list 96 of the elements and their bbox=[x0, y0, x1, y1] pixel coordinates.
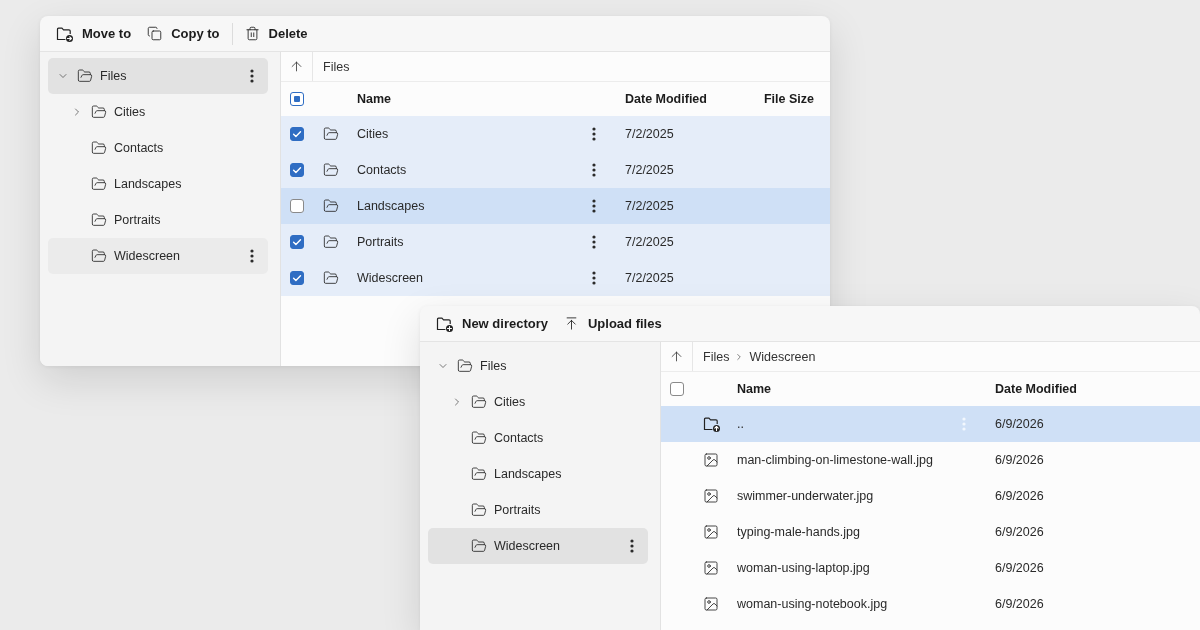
folder-icon bbox=[323, 198, 339, 214]
folder-plus-icon bbox=[436, 315, 453, 332]
column-header[interactable]: Name bbox=[357, 92, 392, 106]
image-icon bbox=[703, 488, 719, 504]
toolbar-button[interactable]: Delete bbox=[236, 19, 316, 48]
file-name: Landscapes bbox=[357, 199, 425, 213]
tree-item[interactable]: Landscapes bbox=[428, 456, 648, 492]
column-header[interactable]: Name bbox=[737, 382, 772, 396]
breadcrumb-link[interactable]: Widescreen bbox=[749, 349, 816, 364]
folder-icon bbox=[91, 140, 107, 156]
folder-icon bbox=[471, 502, 487, 518]
file-name: Portraits bbox=[357, 235, 404, 249]
folder-icon bbox=[471, 430, 487, 446]
folder-icon bbox=[471, 538, 487, 554]
breadcrumb-link[interactable]: Files bbox=[323, 59, 350, 74]
folder-icon bbox=[91, 248, 107, 264]
image-icon bbox=[703, 524, 719, 540]
folder-icon bbox=[77, 68, 93, 84]
toolbar-button[interactable]: New directory bbox=[428, 309, 556, 338]
checkbox[interactable] bbox=[290, 127, 304, 141]
file-row[interactable]: Cities 7/2/2025 bbox=[281, 116, 830, 152]
toolbar-button[interactable]: Upload files bbox=[556, 309, 670, 338]
more-icon[interactable] bbox=[592, 127, 596, 141]
toolbar-button[interactable]: Move to bbox=[48, 19, 140, 48]
file-name: woman-using-notebook.jpg bbox=[737, 597, 888, 611]
checkbox[interactable] bbox=[290, 163, 304, 177]
folder-icon bbox=[457, 358, 473, 374]
modified-date: 7/2/2025 bbox=[625, 235, 674, 249]
modified-date: 7/2/2025 bbox=[625, 127, 674, 141]
folder-icon bbox=[91, 104, 107, 120]
image-icon bbox=[703, 596, 719, 612]
tree-item[interactable]: Cities bbox=[48, 94, 268, 130]
file-name: Contacts bbox=[357, 163, 407, 177]
folder-icon bbox=[323, 234, 339, 250]
more-icon[interactable] bbox=[592, 199, 596, 213]
folder-icon bbox=[471, 394, 487, 410]
file-name: Cities bbox=[357, 127, 389, 141]
image-icon bbox=[703, 452, 719, 468]
folder-icon bbox=[471, 466, 487, 482]
tree-item[interactable]: Cities bbox=[428, 384, 648, 420]
checkbox[interactable] bbox=[290, 92, 304, 106]
modified-date: 6/9/2026 bbox=[995, 561, 1044, 575]
modified-date: 6/9/2026 bbox=[995, 417, 1044, 431]
folder-icon bbox=[323, 270, 339, 286]
tree-item[interactable]: Widescreen bbox=[48, 238, 268, 274]
modified-date: 7/2/2025 bbox=[625, 163, 674, 177]
tree-item[interactable]: Contacts bbox=[428, 420, 648, 456]
checkbox[interactable] bbox=[290, 235, 304, 249]
more-icon[interactable] bbox=[250, 249, 254, 263]
more-icon[interactable] bbox=[250, 69, 254, 83]
more-icon[interactable] bbox=[592, 235, 596, 249]
checkbox[interactable] bbox=[290, 271, 304, 285]
folder-icon bbox=[91, 176, 107, 192]
tree-item[interactable]: Files bbox=[48, 58, 268, 94]
folder-icon bbox=[323, 126, 339, 142]
file-row[interactable]: Widescreen 7/2/2025 bbox=[281, 260, 830, 296]
more-icon[interactable] bbox=[630, 539, 634, 553]
file-row[interactable]: Portraits 7/2/2025 bbox=[281, 224, 830, 260]
modified-date: 6/9/2026 bbox=[995, 489, 1044, 503]
image-icon bbox=[703, 560, 719, 576]
column-header[interactable]: Date Modified bbox=[995, 382, 1077, 396]
modified-date: 6/9/2026 bbox=[995, 453, 1044, 467]
file-name: swimmer-underwater.jpg bbox=[737, 489, 874, 503]
file-name: man-climbing-on-limestone-wall.jpg bbox=[737, 453, 933, 467]
tree-item[interactable]: Files bbox=[428, 348, 648, 384]
folder-up-icon bbox=[702, 416, 720, 432]
modified-date: 7/2/2025 bbox=[625, 199, 674, 213]
folder-icon bbox=[323, 162, 339, 178]
copy-icon bbox=[147, 26, 163, 41]
trash-icon bbox=[244, 26, 260, 41]
tree-item[interactable]: Widescreen bbox=[428, 528, 648, 564]
column-header[interactable]: Date Modified bbox=[625, 92, 707, 106]
file-row[interactable]: .. 6/9/2026 bbox=[661, 406, 1200, 442]
file-name: .. bbox=[737, 417, 744, 431]
column-header[interactable]: File Size bbox=[763, 92, 814, 106]
more-icon[interactable] bbox=[592, 163, 596, 177]
file-name: typing-male-hands.jpg bbox=[737, 525, 860, 539]
file-row[interactable]: Contacts 7/2/2025 bbox=[281, 152, 830, 188]
modified-date: 6/9/2026 bbox=[995, 525, 1044, 539]
folder-icon bbox=[91, 212, 107, 228]
checkbox[interactable] bbox=[290, 199, 304, 213]
modified-date: 7/2/2025 bbox=[625, 271, 674, 285]
file-name: Widescreen bbox=[357, 271, 423, 285]
tree-item[interactable]: Portraits bbox=[428, 492, 648, 528]
toolbar-button[interactable]: Copy to bbox=[139, 19, 228, 48]
breadcrumb-link[interactable]: Files bbox=[703, 349, 730, 364]
tree-item[interactable]: Contacts bbox=[48, 130, 268, 166]
tree-item[interactable]: Landscapes bbox=[48, 166, 268, 202]
modified-date: 6/9/2026 bbox=[995, 597, 1044, 611]
upload-icon bbox=[564, 316, 579, 331]
file-name: woman-using-laptop.jpg bbox=[737, 561, 870, 575]
checkbox[interactable] bbox=[670, 382, 684, 396]
tree-item[interactable]: Portraits bbox=[48, 202, 268, 238]
file-row[interactable]: Landscapes 7/2/2025 bbox=[281, 188, 830, 224]
folder-arrow-icon bbox=[56, 25, 73, 42]
more-icon[interactable] bbox=[592, 271, 596, 285]
